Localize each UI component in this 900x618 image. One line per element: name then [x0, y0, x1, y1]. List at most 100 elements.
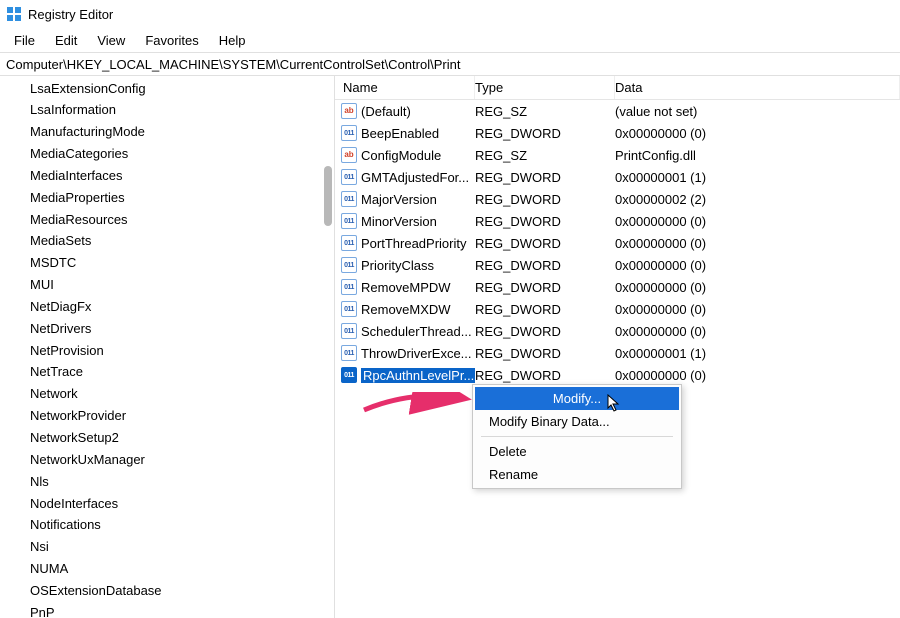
header-name[interactable]: Name	[335, 76, 475, 99]
tree-item[interactable]: MediaInterfaces	[0, 165, 334, 187]
tree-item[interactable]: Network	[0, 384, 334, 406]
tree-scrollbar[interactable]	[324, 166, 332, 226]
registry-value-row[interactable]: 011 ThrowDriverExce...REG_DWORD0x00000001…	[335, 342, 900, 364]
context-menu-item[interactable]: Modify...	[475, 387, 679, 410]
header-type[interactable]: Type	[475, 76, 615, 99]
tree-item[interactable]: MUI	[0, 275, 334, 297]
value-name: PriorityClass	[361, 258, 434, 273]
value-data: 0x00000001 (1)	[615, 346, 900, 361]
tree-item[interactable]: NetTrace	[0, 362, 334, 384]
registry-value-row[interactable]: 011 GMTAdjustedFor... REG_DWORD0x00000001 …	[335, 166, 900, 188]
value-data: 0x00000002 (2)	[615, 192, 900, 207]
tree-item[interactable]: MediaResources	[0, 209, 334, 231]
tree-item[interactable]: OSExtensionDatabase	[0, 580, 334, 602]
tree-item[interactable]: LsaInformation	[0, 100, 334, 122]
tree-item[interactable]: MediaSets	[0, 231, 334, 253]
menu-file[interactable]: File	[4, 31, 45, 50]
registry-value-row[interactable]: 011BeepEnabledREG_DWORD0x00000000 (0)	[335, 122, 900, 144]
context-menu[interactable]: Modify...Modify Binary Data... DeleteRena…	[472, 384, 682, 489]
registry-value-row[interactable]: 011 RemoveMPDW REG_DWORD0x00000000 (0)	[335, 276, 900, 298]
value-type: REG_DWORD	[475, 192, 615, 207]
registry-value-row[interactable]: ab(Default)REG_SZ(value not set)	[335, 100, 900, 122]
registry-value-row[interactable]: 011MajorVersionREG_DWORD0x00000002 (2)	[335, 188, 900, 210]
tree-item[interactable]: MediaProperties	[0, 187, 334, 209]
value-name: RemoveMXDW	[361, 302, 451, 317]
tree-item[interactable]: NodeInterfaces	[0, 493, 334, 515]
app-icon	[6, 6, 22, 22]
value-type: REG_DWORD	[475, 258, 615, 273]
value-name: (Default)	[361, 104, 411, 119]
titlebar: Registry Editor	[0, 0, 900, 28]
tree-item[interactable]: NUMA	[0, 559, 334, 581]
value-type: REG_DWORD	[475, 236, 615, 251]
menu-help[interactable]: Help	[209, 31, 256, 50]
value-data: 0x00000000 (0)	[615, 302, 900, 317]
value-name: MinorVersion	[361, 214, 437, 229]
registry-value-row[interactable]: 011RpcAuthnLevelPr...REG_DWORD0x00000000…	[335, 364, 900, 386]
tree-list: LsaExtensionConfigLsaInformationManufact…	[0, 76, 334, 618]
registry-value-row[interactable]: 011SchedulerThread...REG_DWORD0x00000000…	[335, 320, 900, 342]
tree-item[interactable]: NetworkProvider	[0, 406, 334, 428]
binary-value-icon: 011	[341, 301, 357, 317]
context-menu-item[interactable]: Delete	[475, 440, 679, 463]
value-name: BeepEnabled	[361, 126, 439, 141]
binary-value-icon: 011	[341, 235, 357, 251]
tree-item[interactable]: PnP	[0, 602, 334, 618]
value-data: (value not set)	[615, 104, 900, 119]
value-name: MajorVersion	[361, 192, 437, 207]
value-name: GMTAdjustedFor...	[361, 170, 469, 185]
value-type: REG_SZ	[475, 148, 615, 163]
registry-value-row[interactable]: 011PortThreadPriorityREG_DWORD0x00000000…	[335, 232, 900, 254]
value-type: REG_DWORD	[475, 280, 615, 295]
value-data: 0x00000000 (0)	[615, 280, 900, 295]
tree-item[interactable]: MediaCategories	[0, 144, 334, 166]
binary-value-icon: 011	[341, 213, 357, 229]
value-type: REG_DWORD	[475, 126, 615, 141]
binary-value-icon: 011	[341, 345, 357, 361]
value-data: 0x00000000 (0)	[615, 126, 900, 141]
registry-value-row[interactable]: abConfigModuleREG_SZPrintConfig.dll	[335, 144, 900, 166]
header-data[interactable]: Data	[615, 76, 900, 99]
tree-pane[interactable]: LsaExtensionConfigLsaInformationManufact…	[0, 76, 335, 618]
value-type: REG_DWORD	[475, 214, 615, 229]
list-pane[interactable]: Name Type Data ab (Default) REG_SZ (value n…	[335, 76, 900, 618]
value-type: REG_DWORD	[475, 170, 615, 185]
registry-value-row[interactable]: 011MinorVersionREG_DWORD0x00000000 (0)	[335, 210, 900, 232]
value-name: ThrowDriverExce...	[361, 346, 472, 361]
binary-value-icon: 011	[341, 257, 357, 273]
tree-item[interactable]: NetworkSetup2	[0, 428, 334, 450]
list-body: ab (Default) REG_SZ (value not set) 011 BeepE…	[335, 100, 900, 386]
context-menu-item[interactable]: Rename	[475, 463, 679, 486]
registry-value-row[interactable]: 011 PriorityClass REG_DWORD0x00000000 (0)	[335, 254, 900, 276]
value-type: REG_DWORD	[475, 346, 615, 361]
menu-favorites[interactable]: Favorites	[135, 31, 208, 50]
registry-value-row[interactable]: 011RemoveMXDWREG_DWORD0x00000000 (0)	[335, 298, 900, 320]
context-menu-separator	[481, 436, 673, 437]
tree-item[interactable]: MSDTC	[0, 253, 334, 275]
value-name: SchedulerThread...	[361, 324, 472, 339]
tree-item[interactable]: NetDiagFx	[0, 296, 334, 318]
string-value-icon: ab	[341, 103, 357, 119]
context-menu-item[interactable]: Modify Binary Data...	[475, 410, 679, 433]
tree-item[interactable]: Notifications	[0, 515, 334, 537]
content-area: LsaExtensionConfigLsaInformationManufact…	[0, 76, 900, 618]
address-bar[interactable]: Computer\HKEY_LOCAL_MACHINE\SYSTEM\Curre…	[0, 52, 900, 76]
value-data: 0x00000000 (0)	[615, 258, 900, 273]
tree-item[interactable]: ManufacturingMode	[0, 122, 334, 144]
string-value-icon: ab	[341, 147, 357, 163]
value-name: RemoveMPDW	[361, 280, 451, 295]
value-data: 0x00000001 (1)	[615, 170, 900, 185]
tree-item[interactable]: Nls	[0, 471, 334, 493]
menu-edit[interactable]: Edit	[45, 31, 87, 50]
binary-value-icon: 011	[341, 323, 357, 339]
value-data: 0x00000000 (0)	[615, 324, 900, 339]
tree-item[interactable]: NetProvision	[0, 340, 334, 362]
tree-item[interactable]: NetworkUxManager	[0, 449, 334, 471]
tree-item[interactable]: Nsi	[0, 537, 334, 559]
tree-item[interactable]: NetDrivers	[0, 318, 334, 340]
binary-value-icon: 011	[341, 169, 357, 185]
menu-view[interactable]: View	[87, 31, 135, 50]
tree-item[interactable]: LsaExtensionConfig	[0, 78, 334, 100]
window-title: Registry Editor	[28, 7, 113, 22]
binary-value-icon: 011	[341, 279, 357, 295]
